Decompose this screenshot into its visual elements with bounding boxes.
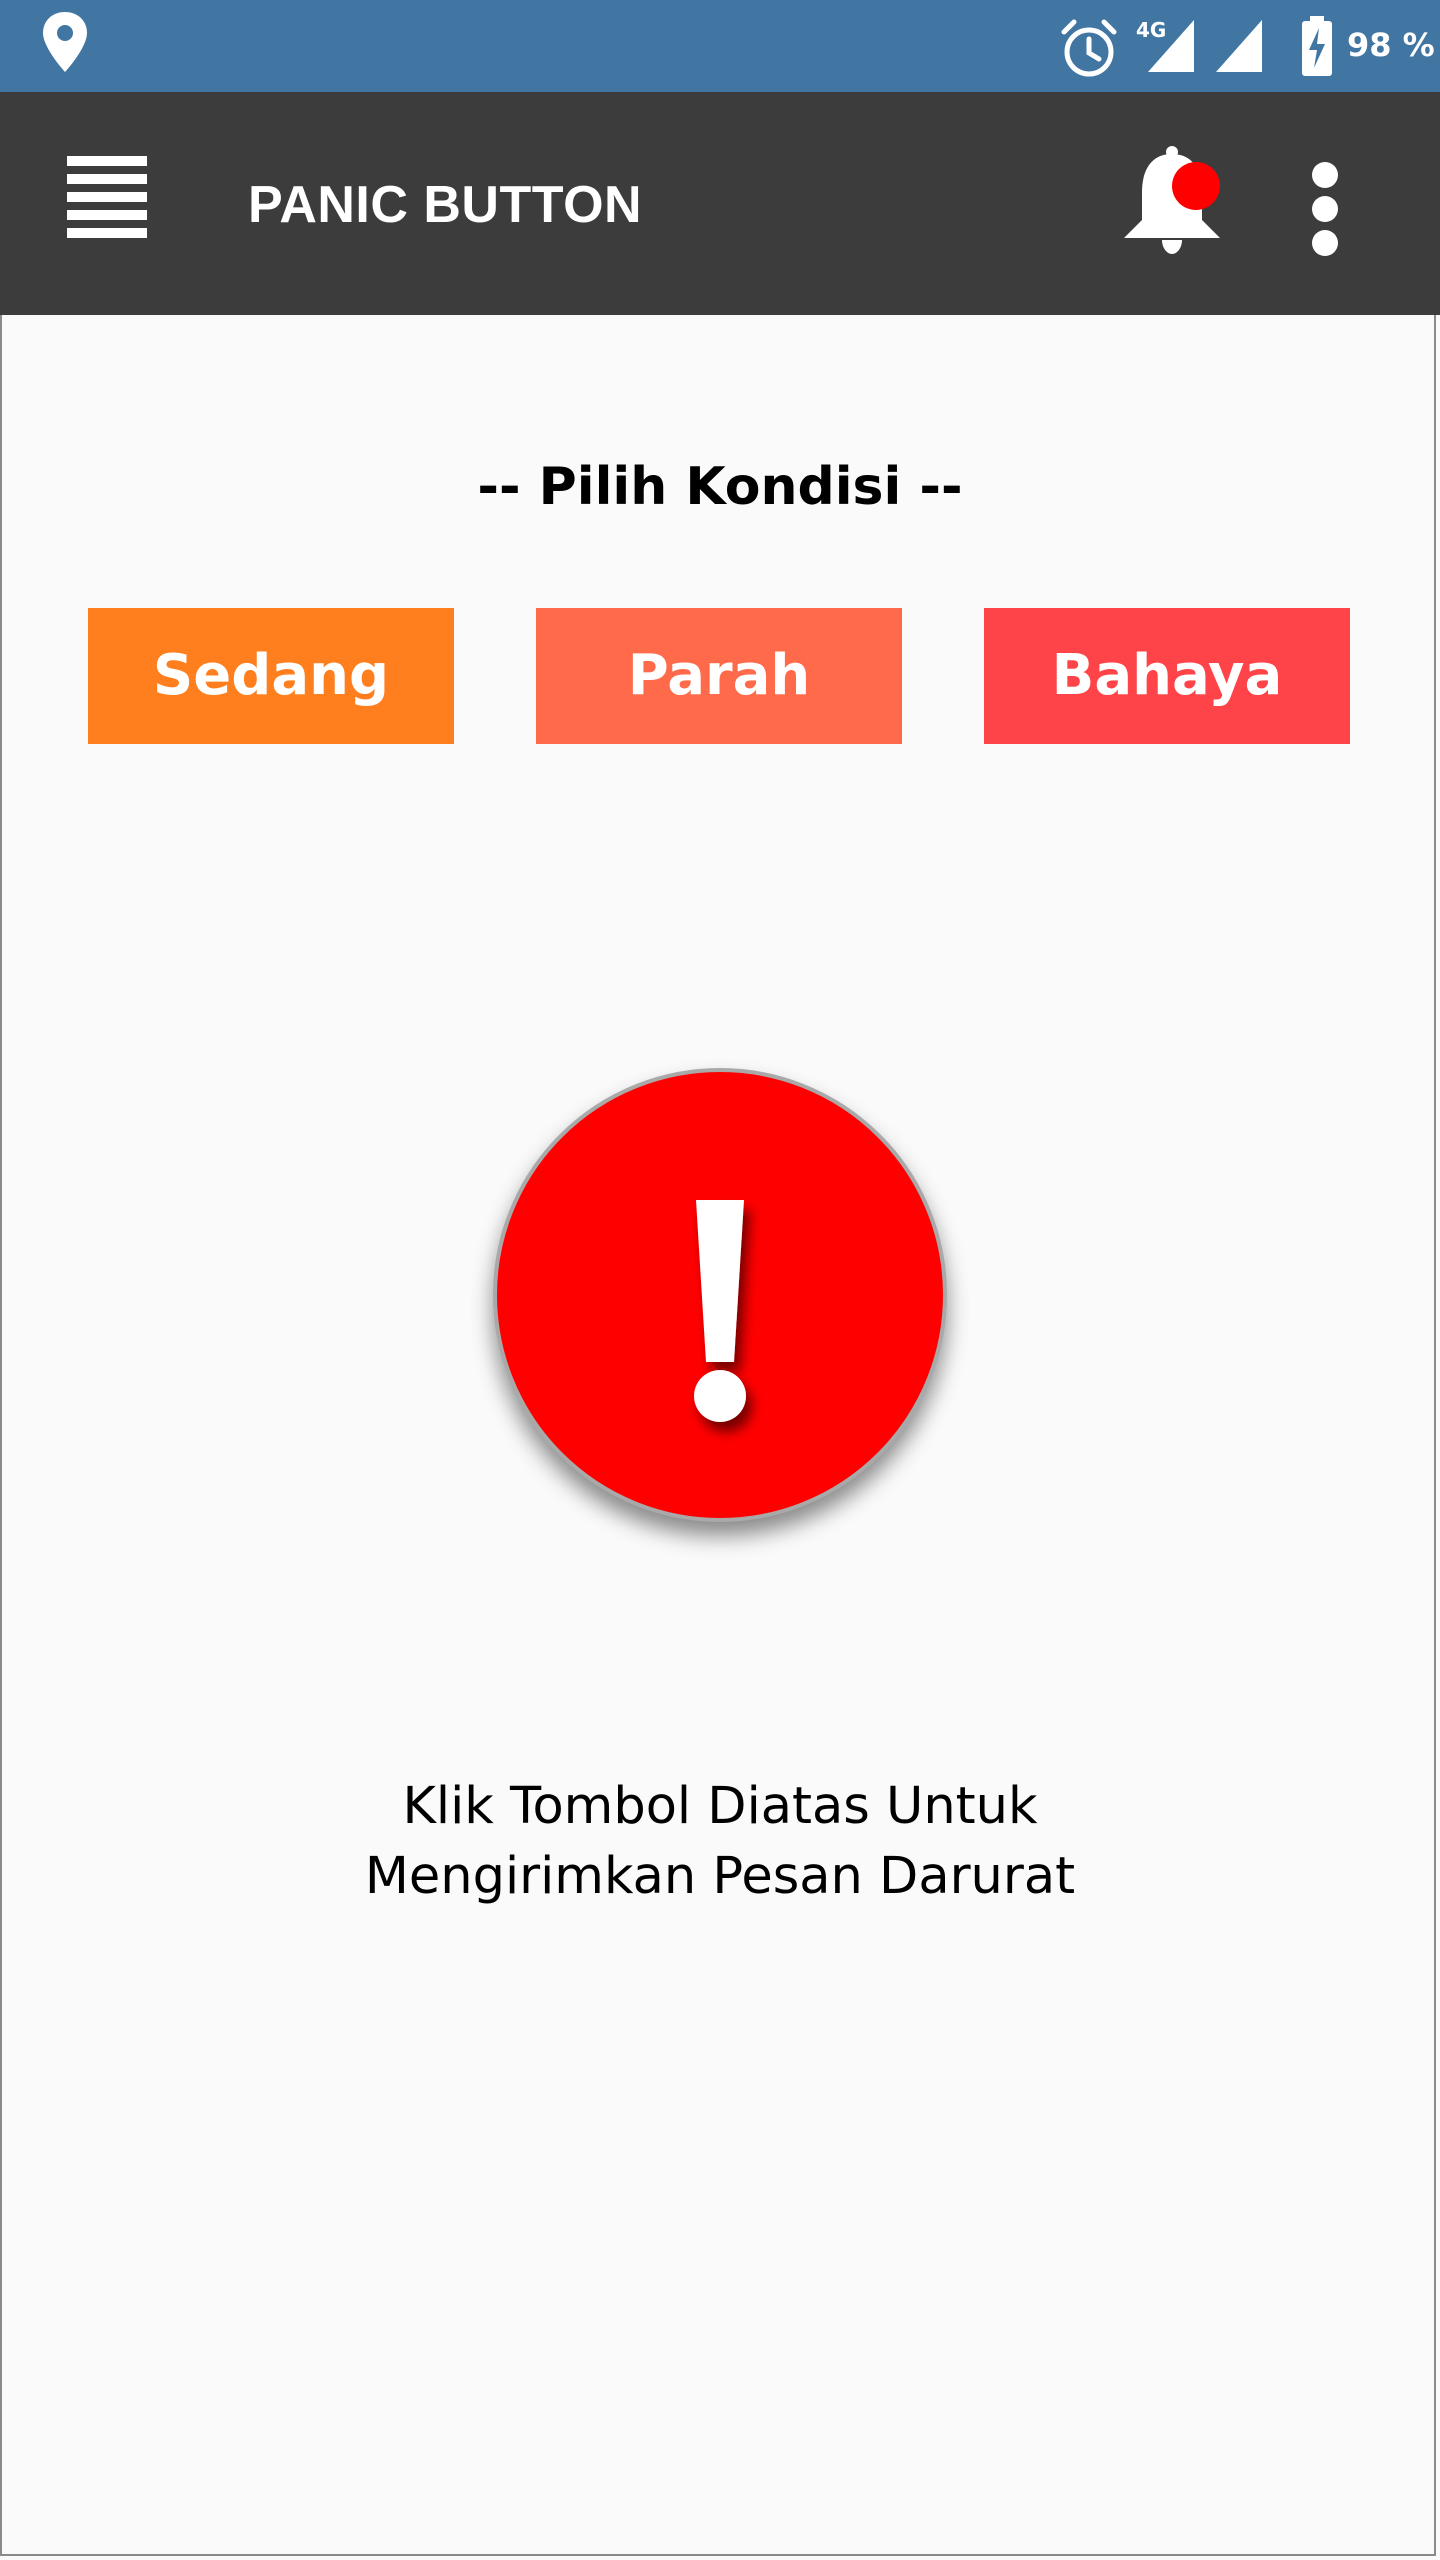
panic-button[interactable] — [493, 1068, 947, 1522]
app-title: PANIC BUTTON — [248, 176, 643, 234]
condition-button-sedang[interactable]: Sedang — [88, 608, 454, 744]
instruction-line-2: Mengirimkan Pesan Darurat — [364, 1847, 1076, 1906]
condition-button-bahaya[interactable]: Bahaya — [984, 608, 1350, 744]
cell-signal-icon — [1146, 18, 1196, 79]
more-vertical-icon[interactable] — [1290, 150, 1360, 270]
battery-percentage: 98 % — [1347, 26, 1435, 64]
panic-button-container — [493, 1068, 947, 1522]
notification-dot — [1172, 162, 1220, 210]
cell-signal-icon-2 — [1214, 18, 1264, 79]
map-pin-icon — [40, 10, 90, 81]
battery-charging-icon — [1300, 14, 1334, 83]
instruction-text: Klik Tombol Diatas Untuk Mengirimkan Pes… — [0, 1772, 1440, 1912]
status-bar: 4G 98 % — [0, 0, 1440, 92]
notification-button[interactable] — [1110, 140, 1235, 265]
instruction-line-1: Klik Tombol Diatas Untuk — [402, 1777, 1038, 1836]
bell-icon — [1124, 146, 1220, 254]
hamburger-menu-icon[interactable] — [52, 140, 162, 250]
section-title: -- Pilih Kondisi -- — [477, 457, 963, 517]
alarm-clock-icon — [1058, 18, 1120, 85]
exclamation-icon — [694, 1200, 746, 1422]
condition-button-parah[interactable]: Parah — [536, 608, 902, 744]
